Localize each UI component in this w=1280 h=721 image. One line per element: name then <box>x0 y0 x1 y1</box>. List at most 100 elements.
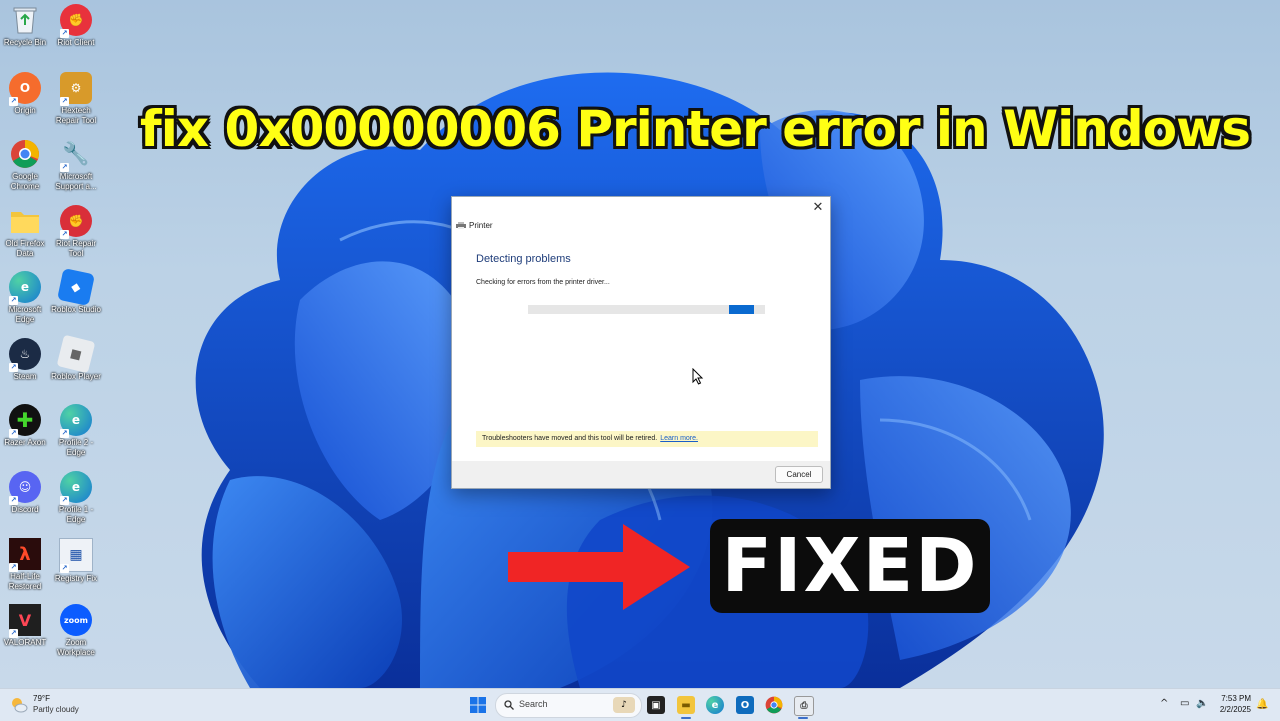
desktop-icon-label: Profile 1 - Edge <box>58 505 94 524</box>
desktop-icon-label: Microsoft Edge <box>8 305 42 324</box>
edge-icon[interactable]: e <box>706 696 724 714</box>
desktop-icon-label: Razer Axon <box>4 438 46 447</box>
roblox-player-icon: ■ <box>56 334 96 374</box>
zoom-icon: zoom <box>60 604 92 636</box>
dialog-title: Printer <box>469 221 493 230</box>
recycle-bin-icon <box>9 4 41 36</box>
network-icon[interactable]: ▭ <box>1180 698 1189 709</box>
file-explorer-icon[interactable]: ▬ <box>677 696 695 714</box>
desktop-icon-label: VALORANT <box>3 638 47 647</box>
desktop-icon-label: Registry Fix <box>54 574 98 583</box>
desktop-icon-razer-axon[interactable]: ✚ ↗ Razer Axon <box>0 404 50 448</box>
desktop-icon-label: Riot Repair Tool <box>55 239 96 258</box>
printer-icon <box>456 222 466 229</box>
desktop-icon-label: Roblox Studio <box>51 305 101 314</box>
desktop-icon-label: Riot Client <box>57 38 95 47</box>
weather-condition: Partly cloudy <box>33 705 79 714</box>
razer-icon: ✚ ↗ <box>9 404 41 438</box>
desktop-icon-profile2-edge[interactable]: e ↗ Profile 2 - Edge <box>51 404 101 458</box>
desktop-icon-discord[interactable]: ☺ ↗ Discord <box>0 471 50 515</box>
fixed-badge: FIXED <box>710 519 990 613</box>
chrome-icon <box>9 138 41 170</box>
dialog-heading: Detecting problems <box>476 253 571 265</box>
origin-icon: O ↗ <box>9 72 41 106</box>
tray-overflow-chevron-icon[interactable]: ^ <box>1160 698 1168 709</box>
desktop-icon-roblox-player[interactable]: ■ Roblox Player <box>51 334 101 382</box>
desktop-icon-label: Origin <box>14 106 36 115</box>
desktop-icon-profile1-edge[interactable]: e ↗ Profile 1 - Edge <box>51 471 101 525</box>
desktop-icon-riot-client[interactable]: ✊ ↗ Riot Client <box>51 4 101 48</box>
desktop-icon-edge[interactable]: e ↗ Microsoft Edge <box>0 271 50 325</box>
active-app-indicator <box>798 717 808 719</box>
edge-profile-icon: e ↗ <box>60 404 92 438</box>
windows-start-icon[interactable] <box>470 697 486 713</box>
folder-icon <box>9 205 41 237</box>
cancel-button[interactable]: Cancel <box>775 466 823 483</box>
desktop-icon-label: Hextech Repair Tool <box>55 106 97 125</box>
registry-icon: ▦ ↗ <box>59 538 93 573</box>
search-highlight-icon: ♪ <box>613 697 635 713</box>
desktop-icon-label: Half-Life Restored <box>8 572 42 591</box>
red-arrow-icon <box>508 524 690 610</box>
riot-client-icon: ✊ ↗ <box>60 4 92 38</box>
progress-marquee-chunk <box>729 305 754 314</box>
fixed-label: FIXED <box>721 523 979 609</box>
desktop-icon-recycle-bin[interactable]: Recycle Bin <box>0 4 50 48</box>
discord-icon: ☺ ↗ <box>9 471 41 505</box>
desktop-icon-hextech[interactable]: ⚙ ↗ Hextech Repair Tool <box>51 72 101 126</box>
chrome-icon[interactable] <box>765 696 783 714</box>
desktop-icon-label: Steam <box>13 372 37 381</box>
dialog-footer: Cancel <box>452 461 830 488</box>
mouse-cursor-icon <box>692 368 704 385</box>
active-app-indicator <box>681 717 691 719</box>
task-view-icon[interactable]: ▣ <box>647 696 665 714</box>
notice-text: Troubleshooters have moved and this tool… <box>482 435 658 442</box>
halflife-icon: λ ↗ <box>9 538 41 572</box>
taskbar-search-box[interactable]: Search ♪ <box>495 693 642 718</box>
printer-troubleshooter-taskbar-icon[interactable]: ⎙ <box>794 696 814 716</box>
desktop-icon-zoom[interactable]: zoom Zoom Workplace <box>51 604 101 658</box>
desktop-icon-registry-fix[interactable]: ▦ ↗ Registry Fix <box>51 538 101 584</box>
desktop-icon-chrome[interactable]: Google Chrome <box>0 138 50 192</box>
taskbar: 79°F Partly cloudy Search ♪ ▣ ▬ e O ⎙ ^ … <box>0 688 1280 721</box>
learn-more-link[interactable]: Learn more. <box>660 435 698 442</box>
weather-temperature: 79°F <box>33 694 50 703</box>
hextech-icon: ⚙ ↗ <box>60 72 92 106</box>
steam-icon: ♨ ↗ <box>9 338 41 372</box>
desktop-icon-label: Discord <box>11 505 39 514</box>
close-icon[interactable]: ✕ <box>810 199 826 215</box>
desktop-icon-label: Zoom Workplace <box>57 638 95 657</box>
desktop-icon-riot-repair[interactable]: ✊ ↗ Riot Repair Tool <box>51 205 101 259</box>
partly-cloudy-icon <box>12 698 28 713</box>
desktop-icon-origin[interactable]: O ↗ Origin <box>0 72 50 116</box>
desktop-icon-label: Google Chrome <box>10 172 40 191</box>
clock-time: 7:53 PM <box>1221 694 1251 703</box>
dialog-titlebar[interactable]: Printer ✕ <box>452 197 830 230</box>
search-placeholder: Search <box>519 699 548 709</box>
desktop-background: Recycle Bin ✊ ↗ Riot Client O ↗ Origin ⚙ ↗ … <box>0 0 1280 688</box>
printer-troubleshooter-dialog: Printer ✕ Detecting problems Checking fo… <box>451 196 831 489</box>
desktop-icon-old-firefox-data[interactable]: Old Firefox Data <box>0 205 50 259</box>
support-icon: 🔧 ↗ <box>60 141 90 172</box>
desktop-icon-roblox-studio[interactable]: ◆ Roblox Studio <box>51 268 101 315</box>
desktop-icon-label: Profile 2 - Edge <box>58 438 94 457</box>
outlook-icon[interactable]: O <box>736 696 754 714</box>
taskbar-clock[interactable]: 7:53 PM 2/2/2025 <box>1211 693 1251 715</box>
desktop-icon-half-life[interactable]: λ ↗ Half-Life Restored <box>0 538 50 592</box>
desktop-icon-label: Old Firefox Data <box>5 239 45 258</box>
valorant-icon: V ↗ <box>9 604 41 638</box>
desktop-icon-steam[interactable]: ♨ ↗ Steam <box>0 338 50 382</box>
desktop-icon-ms-support[interactable]: 🔧 ↗ Microsoft Support a... <box>51 138 101 192</box>
desktop-icon-label: Recycle Bin <box>3 38 47 47</box>
video-headline: fix 0x00000006 Printer error in Windows <box>140 100 1251 158</box>
clock-date: 2/2/2025 <box>1219 705 1251 714</box>
desktop-icon-label: Microsoft Support a... <box>55 172 97 191</box>
roblox-studio-icon: ◆ <box>57 268 95 306</box>
notification-bell-icon[interactable]: 🔔 <box>1256 699 1268 710</box>
marquee-progress-bar <box>528 305 765 314</box>
retirement-notice: Troubleshooters have moved and this tool… <box>476 431 818 447</box>
desktop-icon-valorant[interactable]: V ↗ VALORANT <box>0 604 50 648</box>
volume-icon[interactable]: 🔈 <box>1196 698 1208 709</box>
search-icon <box>504 700 514 710</box>
riot-repair-icon: ✊ ↗ <box>60 205 92 239</box>
